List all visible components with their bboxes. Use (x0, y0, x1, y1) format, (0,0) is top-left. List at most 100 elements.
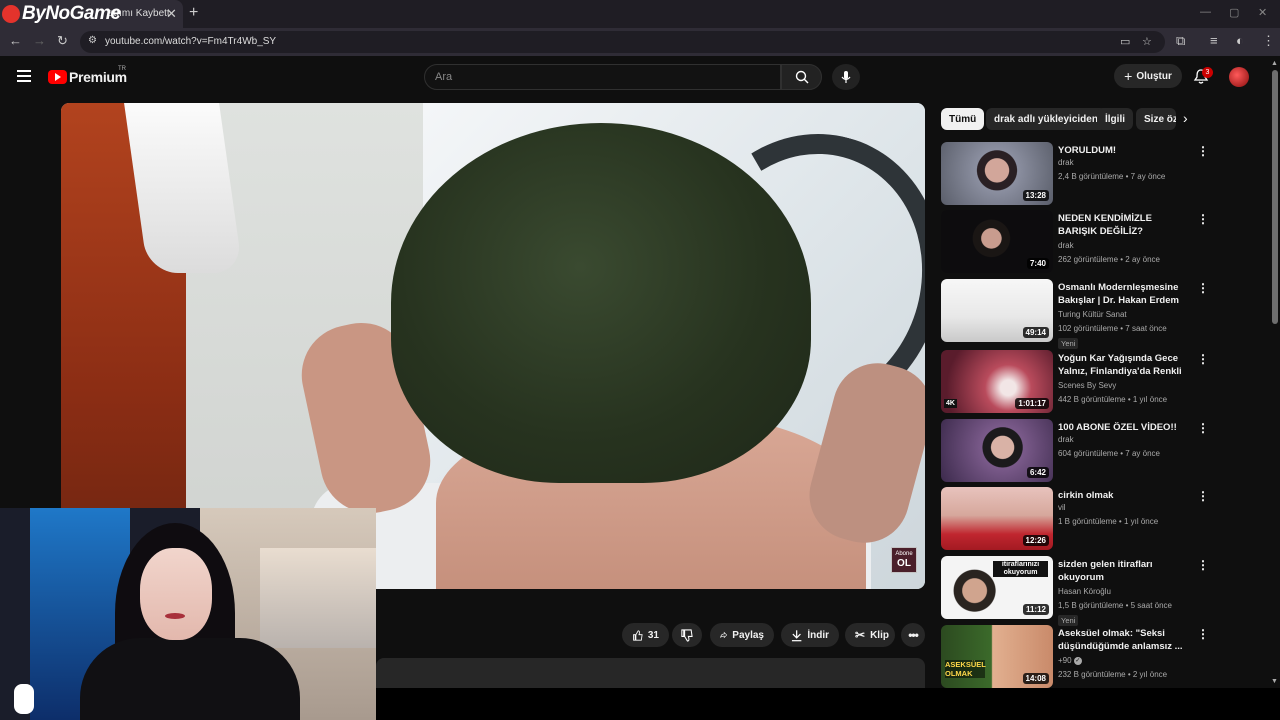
video-title[interactable]: Aseksüel olmak: "Seksi düşündüğümde anla… (1058, 627, 1188, 653)
minimize-icon[interactable]: — (1200, 6, 1211, 18)
channel-name[interactable]: vil (1058, 503, 1066, 512)
channel-name[interactable]: Hasan Köroğlu (1058, 587, 1111, 596)
video-title[interactable]: cirkin olmak (1058, 489, 1188, 502)
more-vertical-icon[interactable]: ⋮ (1197, 489, 1209, 503)
video-title[interactable]: 100 ABONE ÖZEL VİDEO!! (1058, 421, 1188, 434)
maximize-icon[interactable]: ▢ (1229, 6, 1239, 19)
channel-name[interactable]: drak (1058, 241, 1074, 250)
recommendation-item[interactable]: 4K 1:01:17 Yoğun Kar Yağışında Gece Yalnız… (941, 350, 1216, 414)
new-badge: Yeni (1058, 338, 1079, 349)
browser-menu-icon[interactable]: ⋮ (1262, 33, 1275, 49)
video-thumbnail[interactable]: 4K 1:01:17 (941, 350, 1053, 413)
chip-related[interactable]: İlgili (1097, 108, 1133, 130)
channel-name[interactable]: +90 ✓ (1058, 656, 1082, 665)
youtube-logo[interactable]: Premium (48, 69, 127, 85)
close-window-icon[interactable]: ✕ (1258, 6, 1267, 19)
video-title[interactable]: YORULDUM! (1058, 144, 1188, 157)
scrollbar-thumb[interactable] (1272, 70, 1278, 324)
recommendation-item[interactable]: 49:14 Osmanlı Modernleşmesine Bakışlar | … (941, 279, 1216, 349)
more-vertical-icon[interactable]: ⋮ (1197, 352, 1209, 366)
chip-all[interactable]: Tümü (941, 108, 985, 130)
video-thumbnail[interactable]: 49:14 (941, 279, 1053, 342)
forward-icon[interactable]: → (33, 33, 46, 48)
new-tab-icon[interactable]: + (189, 4, 198, 22)
mascot-icon (14, 684, 34, 714)
chevron-right-icon[interactable]: › (1183, 110, 1188, 126)
like-count: 31 (647, 629, 659, 641)
youtube-header: Premium TR + Oluştur 3 (0, 56, 1280, 100)
more-vertical-icon[interactable]: ⋮ (1197, 212, 1209, 226)
more-vertical-icon[interactable]: ⋮ (1197, 421, 1209, 435)
like-button[interactable]: 31 (622, 623, 669, 647)
search-input[interactable] (425, 65, 780, 89)
reload-icon[interactable]: ↻ (57, 33, 68, 49)
recommendation-item[interactable]: ASEKSÜEL OLMAK 14:08 Aseksüel olmak: "Seks… (941, 625, 1216, 689)
scroll-down-icon[interactable]: ▼ (1271, 678, 1278, 685)
page-scrollbar[interactable]: ▲ ▼ (1270, 56, 1280, 690)
video-thumbnail[interactable]: 6:42 (941, 419, 1053, 482)
chip-from-uploader[interactable]: drak adlı yükleyiciden (986, 108, 1106, 130)
recommendation-item[interactable]: 6:42 100 ABONE ÖZEL VİDEO!! drak 604 görünt… (941, 419, 1216, 483)
site-info-icon[interactable]: ⚙ (88, 35, 97, 46)
plus-icon: + (1124, 68, 1133, 84)
video-thumbnail[interactable]: 13:28 (941, 142, 1053, 205)
thumbs-down-icon (681, 628, 693, 642)
region-code: TR (118, 66, 126, 72)
tab-close-icon[interactable]: ✕ (166, 6, 177, 22)
bottom-strip (376, 688, 1280, 720)
more-vertical-icon[interactable]: ⋮ (1197, 627, 1209, 641)
description-box[interactable] (376, 658, 925, 688)
channel-name-text: Hasan Köroğlu (1058, 587, 1111, 596)
media-controls-icon[interactable]: ≡ (1210, 33, 1218, 48)
subscribe-watermark[interactable]: Abone OL (891, 547, 917, 573)
channel-name-text: Turing Kültür Sanat (1058, 310, 1127, 319)
channel-name[interactable]: Scenes By Sevy (1058, 381, 1116, 390)
recommendation-item[interactable]: 12:26 cirkin olmak vil 1 B görüntüleme • 1 … (941, 487, 1216, 551)
video-thumbnail[interactable]: 7:40 (941, 210, 1053, 273)
voice-search-button[interactable] (832, 64, 860, 90)
video-thumbnail[interactable]: 12:26 (941, 487, 1053, 550)
share-button[interactable]: Paylaş (710, 623, 774, 647)
channel-name[interactable]: Turing Kültür Sanat (1058, 310, 1127, 319)
create-label: Oluştur (1136, 70, 1172, 82)
share-label: Paylaş (732, 629, 764, 641)
video-stats: 2,4 B görüntüleme • 7 ay önce (1058, 172, 1166, 181)
profile-icon[interactable]: ◐ (1236, 33, 1244, 48)
clip-button[interactable]: ✂ Klip (845, 623, 895, 647)
create-button[interactable]: + Oluştur (1114, 64, 1182, 88)
back-icon[interactable]: ← (9, 33, 22, 48)
video-thumbnail[interactable]: ASEKSÜEL OLMAK 14:08 (941, 625, 1053, 688)
browser-toolbar: ← → ↻ ⚙ youtube.com/watch?v=Fm4Tr4Wb_SY … (0, 28, 1280, 56)
recommendation-item[interactable]: 13:28 YORULDUM! drak 2,4 B görüntüleme • 7 … (941, 142, 1216, 206)
video-title[interactable]: Yoğun Kar Yağışında Gece Yalnız, Finland… (1058, 352, 1188, 378)
download-button[interactable]: İndir (781, 623, 839, 647)
channel-name-text: drak (1058, 435, 1074, 444)
more-vertical-icon[interactable]: ⋮ (1197, 558, 1209, 572)
video-stats: 232 B görüntüleme • 2 yıl önce (1058, 670, 1168, 679)
video-stats: 262 görüntüleme • 2 ay önce (1058, 255, 1160, 264)
video-title[interactable]: NEDEN KENDİMİZLE BARIŞIK DEĞİLİZ? (1058, 212, 1188, 238)
thumbnail-text: itiraflarınızı okuyorum (993, 561, 1048, 577)
address-bar[interactable]: ⚙ youtube.com/watch?v=Fm4Tr4Wb_SY ▭ ☆ (80, 31, 1165, 53)
more-vertical-icon[interactable]: ⋮ (1197, 281, 1209, 295)
menu-icon[interactable] (17, 70, 31, 82)
scroll-up-icon[interactable]: ▲ (1271, 60, 1278, 67)
video-thumbnail[interactable]: itiraflarınızı okuyorum 11:12 (941, 556, 1053, 619)
webcam-bed (260, 548, 376, 648)
bookmark-star-icon[interactable]: ☆ (1142, 35, 1152, 48)
channel-name[interactable]: drak (1058, 158, 1074, 167)
account-avatar[interactable] (1229, 67, 1249, 87)
dislike-button[interactable] (672, 623, 702, 647)
more-vertical-icon[interactable]: ⋮ (1197, 144, 1209, 158)
video-title[interactable]: Osmanlı Modernleşmesine Bakışlar | Dr. H… (1058, 281, 1188, 307)
browser-tabbar: attımı Kaybett ✕ ByNoGame + — ▢ ✕ (0, 0, 1280, 28)
chip-for-you[interactable]: Size öz (1136, 108, 1176, 130)
more-actions-button[interactable]: ••• (901, 623, 925, 647)
recommendation-item[interactable]: 7:40 NEDEN KENDİMİZLE BARIŞIK DEĞİLİZ? dra… (941, 210, 1216, 274)
video-title[interactable]: sizden gelen itirafları okuyorum (1058, 558, 1188, 584)
extensions-icon[interactable]: ⧉ (1176, 33, 1185, 49)
cast-icon[interactable]: ▭ (1120, 35, 1130, 48)
search-button[interactable] (781, 64, 822, 90)
channel-name[interactable]: drak (1058, 435, 1074, 444)
recommendation-item[interactable]: itiraflarınızı okuyorum 11:12 sizden gelen… (941, 556, 1216, 626)
